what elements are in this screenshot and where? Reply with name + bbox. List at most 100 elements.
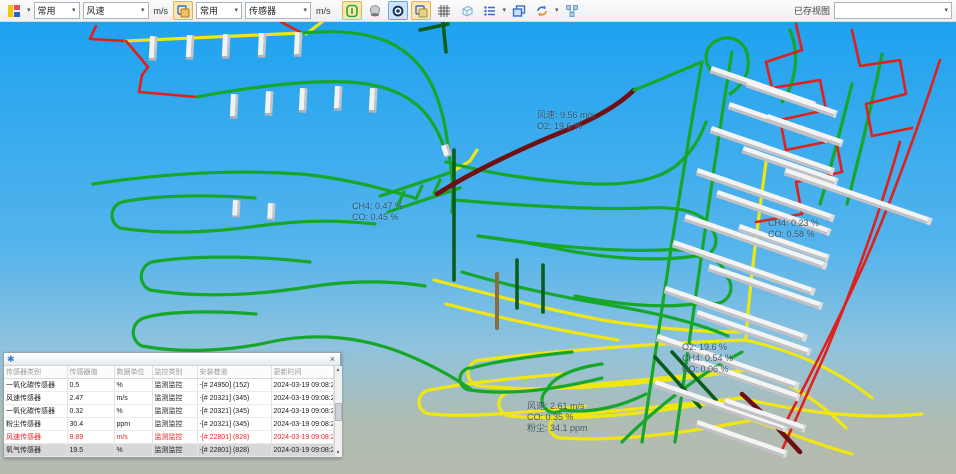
layers-icon[interactable] bbox=[411, 1, 431, 20]
table-header-cell[interactable]: 安装巷道 bbox=[197, 366, 271, 379]
annotation-line: 风速: 2.61 m/s bbox=[527, 401, 588, 412]
table-cell: 一氧化碳传感器 bbox=[4, 405, 67, 418]
scroll-thumb[interactable] bbox=[335, 403, 342, 421]
field1-select[interactable]: 风速▾ bbox=[83, 2, 149, 19]
layers-sync-icon[interactable] bbox=[173, 1, 193, 20]
saved-views-select[interactable]: ▾ bbox=[834, 2, 952, 19]
table-cell: 2024-03-19 09:08:25 bbox=[271, 379, 333, 392]
table-cell: 2024-03-19 09:08:25 bbox=[271, 431, 333, 444]
table-cell: m/s bbox=[114, 431, 152, 444]
annotation-line: 粉尘: 34.1 ppm bbox=[527, 423, 588, 434]
annotation-line: CO: 0.58 % bbox=[768, 229, 819, 240]
table-cell: 风速传感器 bbox=[4, 431, 67, 444]
color-scheme-icon[interactable] bbox=[4, 1, 24, 20]
table-row[interactable]: 风速传感器8.89m/s监测监控-[# 22801] (828)2024-03-… bbox=[4, 431, 333, 444]
table-cell: 30.4 bbox=[67, 418, 114, 431]
power-toggle-icon[interactable] bbox=[342, 1, 362, 20]
table-cell: 8.89 bbox=[67, 431, 114, 444]
windows-icon[interactable] bbox=[509, 1, 529, 20]
saved-views-group: 已存视图 ▾ bbox=[794, 2, 952, 19]
refresh-icon[interactable] bbox=[532, 1, 552, 20]
color-scheme-caret[interactable]: ▾ bbox=[27, 7, 31, 14]
table-cell: 19.5 bbox=[67, 444, 114, 457]
table-header-cell[interactable]: 传感器类别 bbox=[4, 366, 67, 379]
grid-icon[interactable] bbox=[434, 1, 454, 20]
table-cell: 0.32 bbox=[67, 405, 114, 418]
table-cell: 监测监控 bbox=[152, 379, 197, 392]
table-cell: -[# 20321] (345) bbox=[197, 405, 271, 418]
scroll-up-icon[interactable]: ▲ bbox=[336, 367, 341, 373]
table-header-cell[interactable]: 更新时间 bbox=[271, 366, 333, 379]
table-cell: 监测监控 bbox=[152, 431, 197, 444]
toolbar: ▾ 常用▾ 风速▾ m/s 常用▾ 传感器▾ m/s bbox=[0, 0, 956, 22]
field1-value: 风速 bbox=[87, 4, 105, 17]
saved-views-label: 已存视图 bbox=[794, 4, 830, 17]
unit2-label: m/s bbox=[316, 6, 331, 16]
table-cell: 监测监控 bbox=[152, 405, 197, 418]
annotation-line: O2: 19.6 % bbox=[537, 121, 595, 132]
sensor-annotation: 风速: 9.56 m/sO2: 19.6 % bbox=[537, 110, 595, 132]
table-cell: % bbox=[114, 444, 152, 457]
sensor-annotation: CH4: 0.47 %CO: 0.45 % bbox=[352, 201, 403, 223]
table-header-cell[interactable]: 监控类别 bbox=[152, 366, 197, 379]
sensor-table-panel: ✱ × 传感器类别传感器值数据单位监控类别安装巷道更新时间 一氧化碳传感器0.5… bbox=[3, 352, 341, 458]
panel-title-bar[interactable]: ✱ × bbox=[4, 353, 340, 366]
network-icon[interactable] bbox=[562, 1, 582, 20]
table-row[interactable]: 一氧化碳传感器0.5%监测监控-[# 24950] (152)2024-03-1… bbox=[4, 379, 333, 392]
table-cell: 监测监控 bbox=[152, 392, 197, 405]
table-header-cell[interactable]: 数据单位 bbox=[114, 366, 152, 379]
table-cell: -[# 24950] (152) bbox=[197, 379, 271, 392]
table-cell: 粉尘传感器 bbox=[4, 418, 67, 431]
table-row[interactable]: 风速传感器2.47m/s监测监控-[# 20321] (345)2024-03-… bbox=[4, 392, 333, 405]
preset2-value: 常用 bbox=[200, 4, 218, 17]
field2-select[interactable]: 传感器▾ bbox=[245, 2, 311, 19]
sensor-annotation: O2: 19.6 %CH4: 0.54 %CO: 0.06 % bbox=[682, 342, 733, 375]
table-cell: -[# 20321] (345) bbox=[197, 418, 271, 431]
close-icon[interactable]: × bbox=[328, 355, 337, 364]
mine-ventilation-app: ▾ 常用▾ 风速▾ m/s 常用▾ 传感器▾ m/s bbox=[0, 0, 956, 474]
record-circle-icon[interactable] bbox=[388, 1, 408, 20]
sensor-annotation: 风速: 2.61 m/sCO: 0.35 %粉尘: 34.1 ppm bbox=[527, 401, 588, 434]
refresh-caret[interactable]: ▾ bbox=[555, 7, 559, 14]
annotation-line: CH4: 0.23 % bbox=[768, 218, 819, 229]
table-cell: 风速传感器 bbox=[4, 392, 67, 405]
table-row[interactable]: 粉尘传感器30.4ppm监测监控-[# 20321] (345)2024-03-… bbox=[4, 418, 333, 431]
snowflake-icon: ✱ bbox=[7, 355, 15, 364]
table-cell: 监测监控 bbox=[152, 418, 197, 431]
table-cell: 2024-03-19 09:08:25 bbox=[271, 418, 333, 431]
table-cell: % bbox=[114, 379, 152, 392]
sensor-table-body: 一氧化碳传感器0.5%监测监控-[# 24950] (152)2024-03-1… bbox=[4, 379, 333, 457]
field2-value: 传感器 bbox=[249, 4, 276, 17]
table-cell: 2024-03-19 09:08:25 bbox=[271, 405, 333, 418]
preset1-select[interactable]: 常用▾ bbox=[34, 2, 80, 19]
preset2-select[interactable]: 常用▾ bbox=[196, 2, 242, 19]
annotation-line: CH4: 0.54 % bbox=[682, 353, 733, 364]
sensor-annotation: CH4: 0.23 %CO: 0.58 % bbox=[768, 218, 819, 240]
table-cell: 2024-03-19 09:08:25 bbox=[271, 392, 333, 405]
table-cell: 监测监控 bbox=[152, 444, 197, 457]
sensor-table: 传感器类别传感器值数据单位监控类别安装巷道更新时间 一氧化碳传感器0.5%监测监… bbox=[4, 366, 334, 457]
annotation-line: 风速: 9.56 m/s bbox=[537, 110, 595, 121]
unit1-label: m/s bbox=[154, 6, 169, 16]
list-caret[interactable]: ▾ bbox=[503, 7, 507, 14]
annotation-line: CO: 0.45 % bbox=[352, 212, 403, 223]
table-cell: % bbox=[114, 405, 152, 418]
table-row[interactable]: 一氧化碳传感器0.32%监测监控-[# 20321] (345)2024-03-… bbox=[4, 405, 333, 418]
scroll-down-icon[interactable]: ▼ bbox=[336, 450, 341, 456]
sphere-icon[interactable] bbox=[365, 1, 385, 20]
table-cell: 2024-03-19 09:08:25 bbox=[271, 444, 333, 457]
preset1-value: 常用 bbox=[38, 4, 56, 17]
table-cell: 0.5 bbox=[67, 379, 114, 392]
cube-icon[interactable] bbox=[457, 1, 477, 20]
table-row[interactable]: 氧气传感器19.5%监测监控-[# 22801] (828)2024-03-19… bbox=[4, 444, 333, 457]
table-cell: 氧气传感器 bbox=[4, 444, 67, 457]
table-cell: -[# 22801] (828) bbox=[197, 444, 271, 457]
list-icon[interactable] bbox=[480, 1, 500, 20]
annotation-line: O2: 19.6 % bbox=[682, 342, 733, 353]
table-cell: -[# 22801] (828) bbox=[197, 431, 271, 444]
table-scrollbar[interactable]: ▲ ▼ bbox=[334, 366, 342, 457]
table-cell: 一氧化碳传感器 bbox=[4, 379, 67, 392]
table-header-row: 传感器类别传感器值数据单位监控类别安装巷道更新时间 bbox=[4, 366, 333, 379]
annotation-line: CO: 0.06 % bbox=[682, 364, 733, 375]
table-header-cell[interactable]: 传感器值 bbox=[67, 366, 114, 379]
